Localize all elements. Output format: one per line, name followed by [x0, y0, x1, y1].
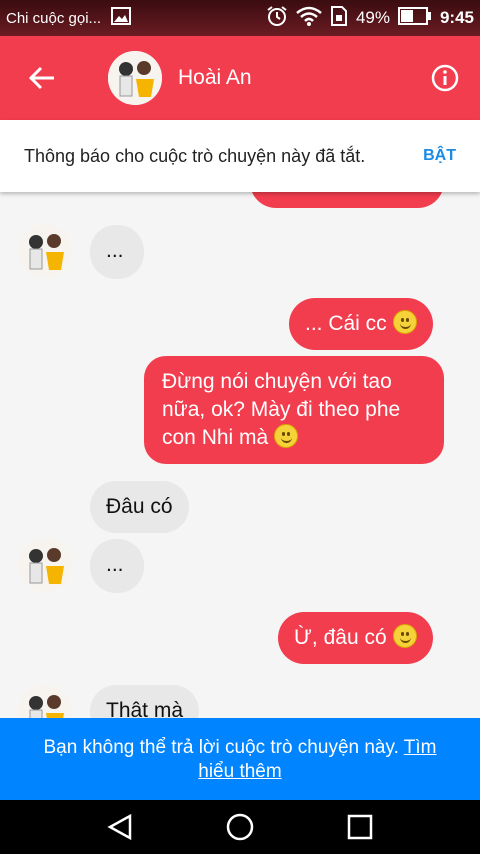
cannot-reply-text: Bạn không thể trả lời cuộc trò chuyện nà… — [43, 737, 399, 758]
message-text: ... Cái cc — [305, 312, 387, 335]
smile-emoji-icon — [392, 310, 417, 334]
smile-emoji-icon — [274, 424, 299, 448]
message-bubble[interactable]: Ừ, đâu có — [278, 612, 433, 664]
message-bubble-partial[interactable] — [250, 192, 444, 208]
muted-notice-banner: Thông báo cho cuộc trò chuyện này đã tắt… — [0, 120, 480, 192]
smile-emoji-icon — [392, 624, 417, 648]
alarm-icon — [266, 5, 288, 32]
image-icon — [111, 7, 132, 29]
back-button[interactable] — [0, 36, 84, 120]
message-text-line: Đừng nói chuyện với tao — [162, 370, 392, 393]
clock: 9:45 — [439, 8, 474, 27]
message-bubble[interactable]: Đừng nói chuyện với tao nữa, ok? Mày đi … — [144, 356, 444, 464]
contact-name[interactable]: Hoài An — [178, 66, 252, 90]
message-text-line: con Nhi mà — [162, 426, 269, 449]
sender-avatar[interactable] — [18, 224, 72, 278]
square-recents-icon — [347, 814, 373, 840]
triangle-back-icon — [107, 813, 132, 841]
battery-percent: 49% — [355, 8, 390, 27]
muted-notice-text: Thông báo cho cuộc trò chuyện này đã tắt… — [24, 146, 366, 166]
nav-recents-button[interactable] — [330, 800, 390, 854]
sender-avatar[interactable] — [18, 685, 72, 718]
system-navigation-bar — [0, 800, 480, 854]
status-notification-text: Chi cuộc gọi... — [6, 9, 102, 27]
message-bubble[interactable]: ... — [90, 539, 144, 593]
info-icon — [431, 64, 459, 92]
info-button[interactable] — [410, 36, 480, 120]
message-text: Ừ, đâu có — [294, 626, 387, 649]
message-text: Thật mà — [106, 699, 184, 718]
contact-avatar[interactable] — [108, 51, 162, 105]
message-text: Đâu có — [106, 495, 173, 518]
message-bubble[interactable]: Thật mà — [90, 685, 200, 718]
message-bubble[interactable]: ... Cái cc — [289, 298, 433, 350]
arrow-left-icon — [28, 66, 54, 90]
conversation-header: Hoài An — [0, 36, 480, 120]
nav-back-button[interactable] — [90, 800, 150, 854]
message-text: ... — [106, 239, 124, 262]
message-text: ... — [106, 553, 124, 576]
sim-icon — [330, 5, 348, 31]
message-bubble[interactable]: ... — [90, 225, 144, 279]
battery-icon — [397, 6, 432, 30]
status-bar: Chi cuộc gọi... 49% 9:45 — [0, 0, 480, 36]
circle-home-icon — [226, 813, 254, 841]
turn-on-button[interactable]: BẬT — [423, 147, 456, 165]
wifi-icon — [296, 6, 322, 31]
message-text-line: nữa, ok? Mày đi theo phe — [162, 398, 401, 421]
sender-avatar[interactable] — [18, 538, 72, 592]
message-bubble[interactable]: Đâu có — [90, 481, 189, 533]
message-list[interactable]: ... ... Cái cc Đừng nói chuyện với tao n… — [0, 192, 480, 718]
nav-home-button[interactable] — [210, 800, 270, 854]
cannot-reply-notice: Bạn không thể trả lời cuộc trò chuyện nà… — [0, 718, 480, 800]
